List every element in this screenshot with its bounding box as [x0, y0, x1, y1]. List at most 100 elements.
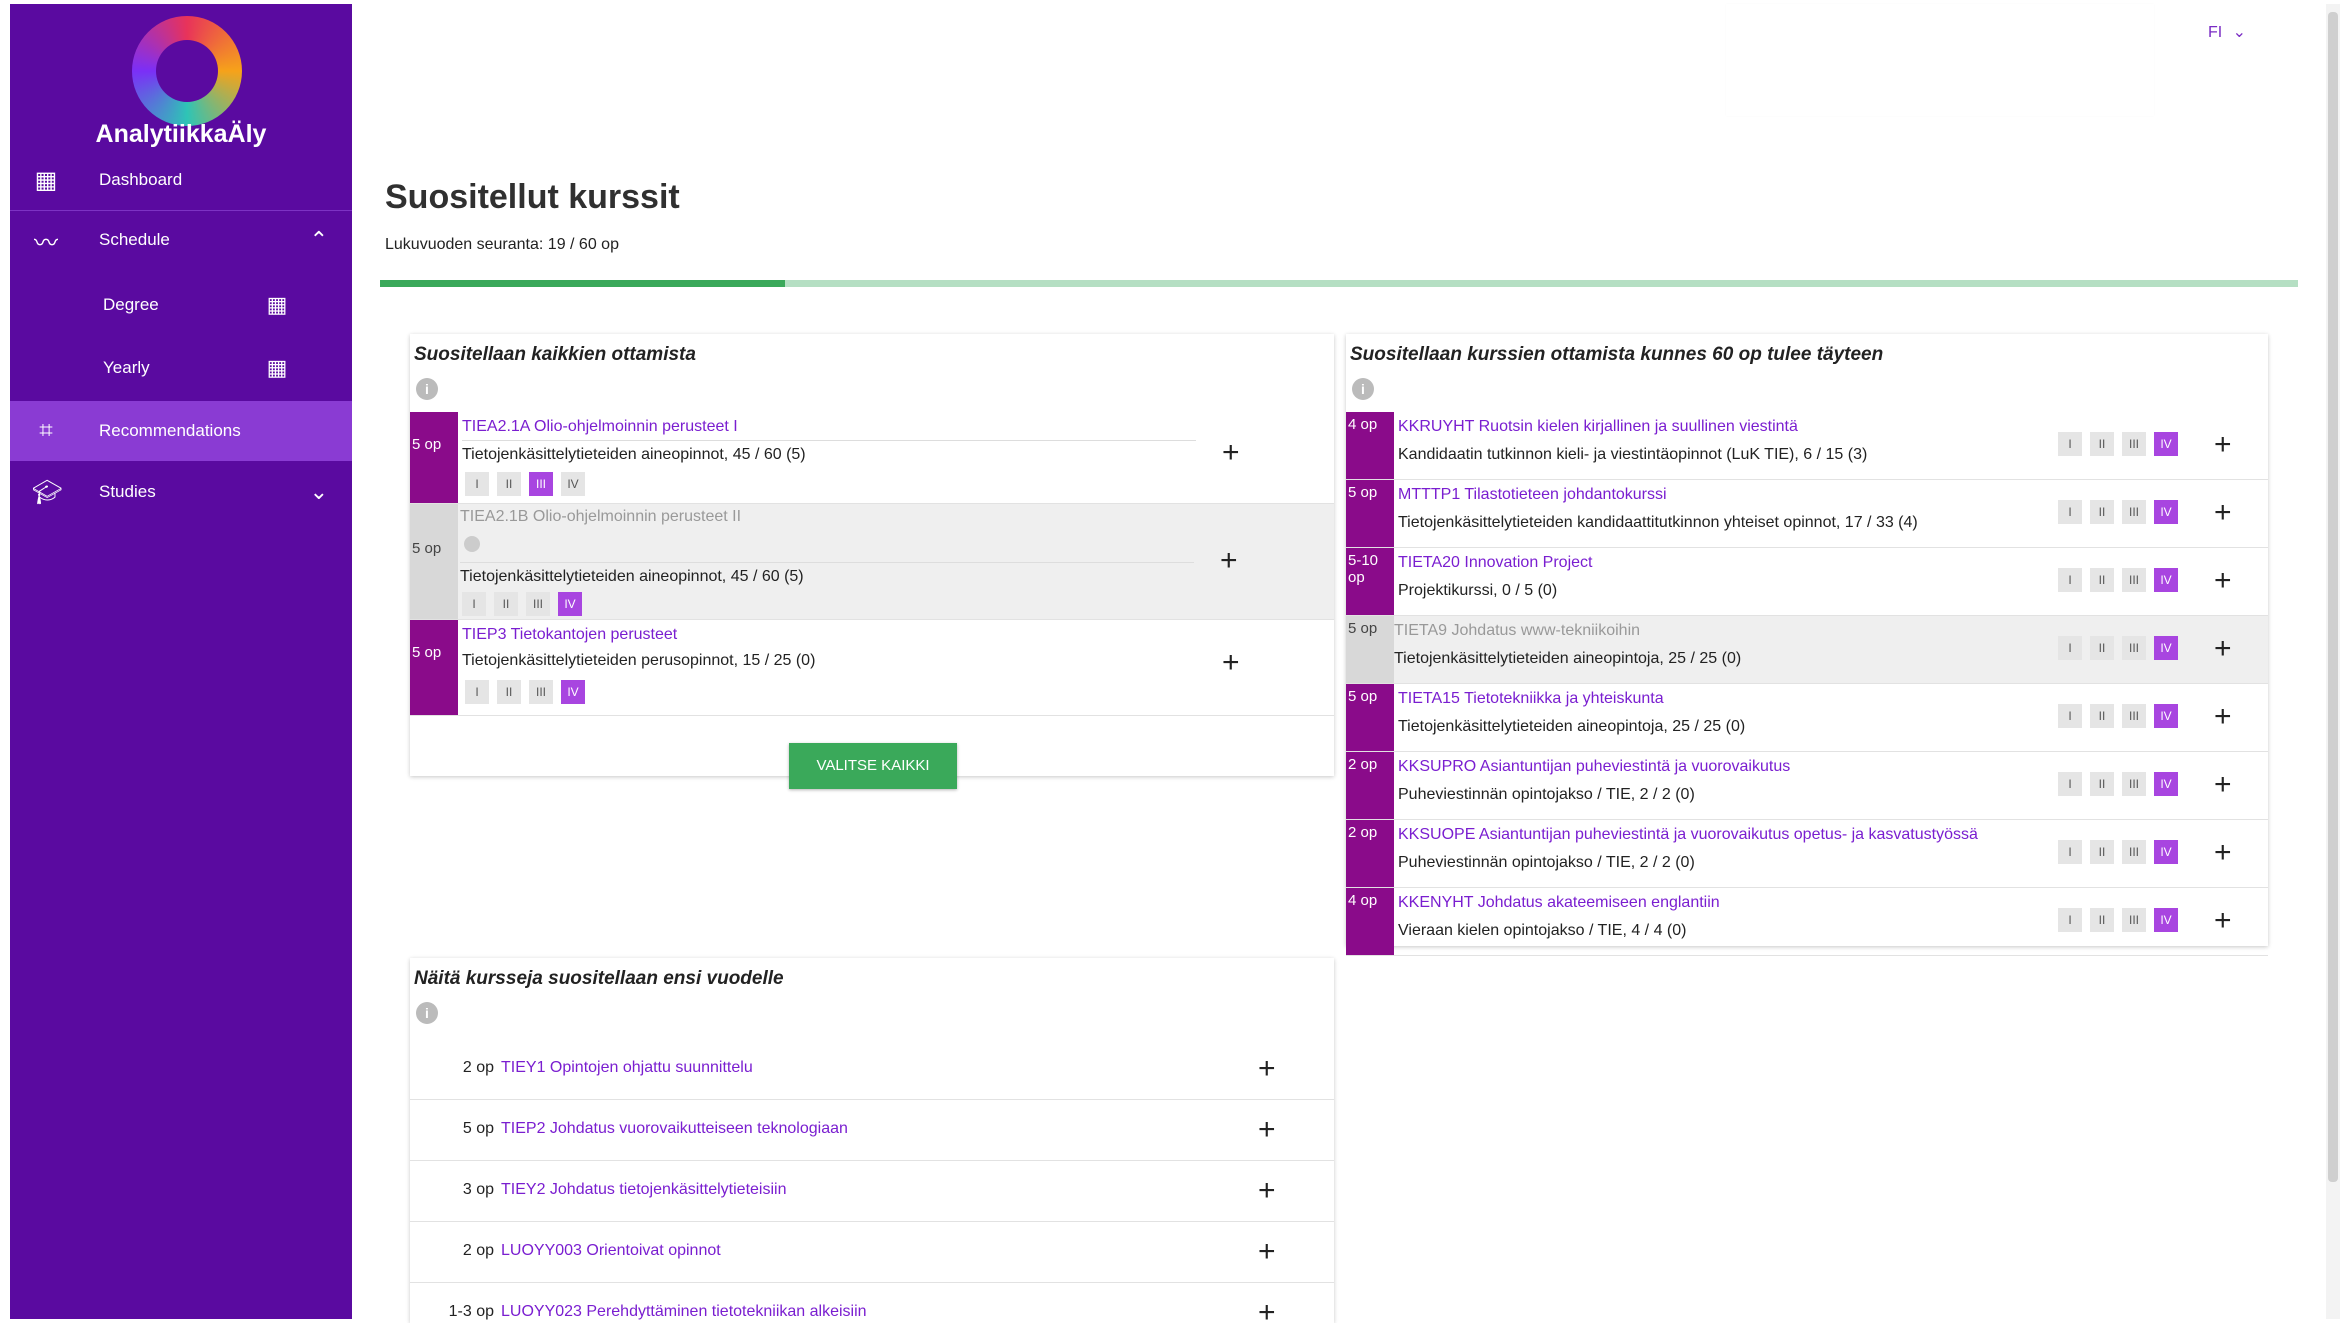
course-title-link[interactable]: TIEY1 Opintojen ohjattu suunnittelu — [501, 1059, 753, 1077]
period-button[interactable]: III — [2122, 840, 2146, 864]
course-title-link[interactable]: KKSUPRO Asiantuntijan puheviestintä ja v… — [1398, 758, 1790, 776]
period-button[interactable]: I — [2058, 772, 2082, 796]
course-credits: 2 op — [462, 1242, 494, 1259]
add-course-button[interactable]: + — [2214, 906, 2232, 936]
add-course-button[interactable]: + — [1258, 1176, 1276, 1206]
period-button[interactable]: III — [2122, 704, 2146, 728]
period-button[interactable]: I — [2058, 568, 2082, 592]
add-course-button[interactable]: + — [1258, 1054, 1276, 1084]
course-title-link[interactable]: LUOYY003 Orientoivat opinnot — [501, 1242, 721, 1260]
add-course-button[interactable]: + — [2214, 566, 2232, 596]
period-button[interactable]: IV — [561, 680, 585, 704]
period-button[interactable]: I — [2058, 908, 2082, 932]
period-button[interactable]: I — [2058, 500, 2082, 524]
course-title-link[interactable]: KKENYHT Johdatus akateemiseen englantiin — [1398, 894, 1720, 912]
course-credits: 2 op — [462, 1059, 494, 1076]
add-course-button[interactable]: + — [1258, 1237, 1276, 1267]
period-button[interactable]: II — [2090, 500, 2114, 524]
info-icon[interactable]: i — [1352, 378, 1374, 400]
course-title-link[interactable]: TIEP3 Tietokantojen perusteet — [462, 626, 677, 644]
course-title-link[interactable]: MTTTP1 Tilastotieteen johdantokurssi — [1398, 486, 1667, 504]
course-title-link[interactable]: TIEA2.1B Olio-ohjelmoinnin perusteet II — [460, 508, 741, 526]
period-button[interactable]: I — [2058, 636, 2082, 660]
next-year-panel: Näitä kursseja suositellaan ensi vuodell… — [410, 958, 1334, 1323]
period-button[interactable]: I — [2058, 840, 2082, 864]
sidebar-item-degree[interactable]: Degree ▦ — [10, 275, 352, 335]
period-button[interactable]: IV — [2154, 908, 2178, 932]
period-button[interactable]: III — [2122, 500, 2146, 524]
period-button[interactable]: II — [2090, 840, 2114, 864]
period-button[interactable]: I — [462, 592, 486, 616]
top-blank-card — [1726, 4, 2154, 116]
sidebar-item-schedule[interactable]: 〰 Schedule ⌃ — [10, 210, 352, 270]
period-button[interactable]: I — [2058, 432, 2082, 456]
add-course-button[interactable]: + — [1258, 1298, 1276, 1323]
sidebar: AnalytiikkaÄly ▦ Dashboard 〰 Schedule ⌃ … — [10, 4, 352, 1319]
brand-logo-icon — [132, 16, 242, 126]
period-button[interactable]: III — [2122, 636, 2146, 660]
period-button[interactable]: III — [2122, 772, 2146, 796]
sidebar-item-studies[interactable]: 🎓︎ Studies ⌄ — [10, 462, 352, 522]
period-button[interactable]: II — [2090, 432, 2114, 456]
add-course-button[interactable]: + — [2214, 702, 2232, 732]
add-course-button[interactable]: + — [2214, 498, 2232, 528]
period-button[interactable]: IV — [561, 472, 585, 496]
add-course-button[interactable]: + — [1222, 648, 1240, 678]
period-button[interactable]: IV — [558, 592, 582, 616]
select-all-button[interactable]: VALITSE KAIKKI — [789, 743, 957, 789]
period-button[interactable]: III — [529, 680, 553, 704]
sidebar-item-dashboard[interactable]: ▦ Dashboard — [10, 150, 352, 210]
info-icon[interactable]: i — [416, 378, 438, 400]
period-button[interactable]: IV — [2154, 568, 2178, 592]
period-button[interactable]: II — [497, 472, 521, 496]
period-button[interactable]: IV — [2154, 432, 2178, 456]
add-course-button[interactable]: + — [1222, 438, 1240, 468]
period-button[interactable]: III — [526, 592, 550, 616]
period-button[interactable]: II — [494, 592, 518, 616]
add-course-button[interactable]: + — [2214, 770, 2232, 800]
period-button[interactable]: IV — [2154, 840, 2178, 864]
period-button[interactable]: II — [2090, 636, 2114, 660]
period-button[interactable]: I — [465, 680, 489, 704]
period-button[interactable]: IV — [2154, 772, 2178, 796]
scrollbar-thumb[interactable] — [2328, 12, 2338, 1182]
period-button[interactable]: III — [2122, 432, 2146, 456]
period-button[interactable]: III — [529, 472, 553, 496]
period-button[interactable]: III — [2122, 908, 2146, 932]
language-selector[interactable]: FI ⌄ — [2208, 22, 2246, 42]
course-title-link[interactable]: LUOYY023 Perehdyttäminen tietotekniikan … — [501, 1303, 867, 1321]
panel-title: Näitä kursseja suositellaan ensi vuodell… — [414, 968, 784, 989]
period-button[interactable]: II — [2090, 772, 2114, 796]
course-title-link[interactable]: TIETA20 Innovation Project — [1398, 554, 1592, 572]
add-course-button[interactable]: + — [2214, 838, 2232, 868]
period-button[interactable]: II — [497, 680, 521, 704]
course-title-link[interactable]: TIETA9 Johdatus www-tekniikoihin — [1394, 622, 1640, 640]
course-title-link[interactable]: TIEY2 Johdatus tietojenkäsittelytieteisi… — [501, 1181, 786, 1199]
period-button[interactable]: III — [2122, 568, 2146, 592]
period-button[interactable]: IV — [2154, 636, 2178, 660]
add-course-button[interactable]: + — [1258, 1115, 1276, 1145]
course-title-link[interactable]: TIEA2.1A Olio-ohjelmoinnin perusteet I — [462, 418, 738, 436]
period-button[interactable]: I — [2058, 704, 2082, 728]
sidebar-item-yearly[interactable]: Yearly ▦ — [10, 338, 352, 398]
period-button[interactable]: IV — [2154, 500, 2178, 524]
recommended-until-60-panel: Suositellaan kurssien ottamista kunnes 6… — [1346, 334, 2268, 956]
period-button[interactable]: II — [2090, 908, 2114, 932]
add-course-button[interactable]: + — [2214, 634, 2232, 664]
course-row: 5 op TIEP3 Tietokantojen perusteet Tieto… — [410, 620, 1334, 716]
dashboard-icon: ▦ — [34, 166, 58, 194]
course-title-link[interactable]: KKRUYHT Ruotsin kielen kirjallinen ja su… — [1398, 418, 1798, 436]
info-icon[interactable]: i — [416, 1002, 438, 1024]
period-button[interactable]: I — [465, 472, 489, 496]
course-title-link[interactable]: TIEP2 Johdatus vuorovaikutteiseen teknol… — [501, 1120, 848, 1138]
period-button[interactable]: IV — [2154, 704, 2178, 728]
course-title-link[interactable]: KKSUOPE Asiantuntijan puheviestintä ja v… — [1398, 826, 1978, 844]
add-course-button[interactable]: + — [2214, 430, 2232, 460]
sidebar-item-recommendations[interactable]: ⌗ Recommendations — [10, 401, 352, 461]
add-course-button[interactable]: + — [1220, 546, 1238, 576]
period-button[interactable]: II — [2090, 568, 2114, 592]
scrollbar[interactable] — [2326, 4, 2340, 1319]
period-button[interactable]: II — [2090, 704, 2114, 728]
course-credits: 1-3 op — [448, 1303, 494, 1320]
course-title-link[interactable]: TIETA15 Tietotekniikka ja yhteiskunta — [1398, 690, 1664, 708]
